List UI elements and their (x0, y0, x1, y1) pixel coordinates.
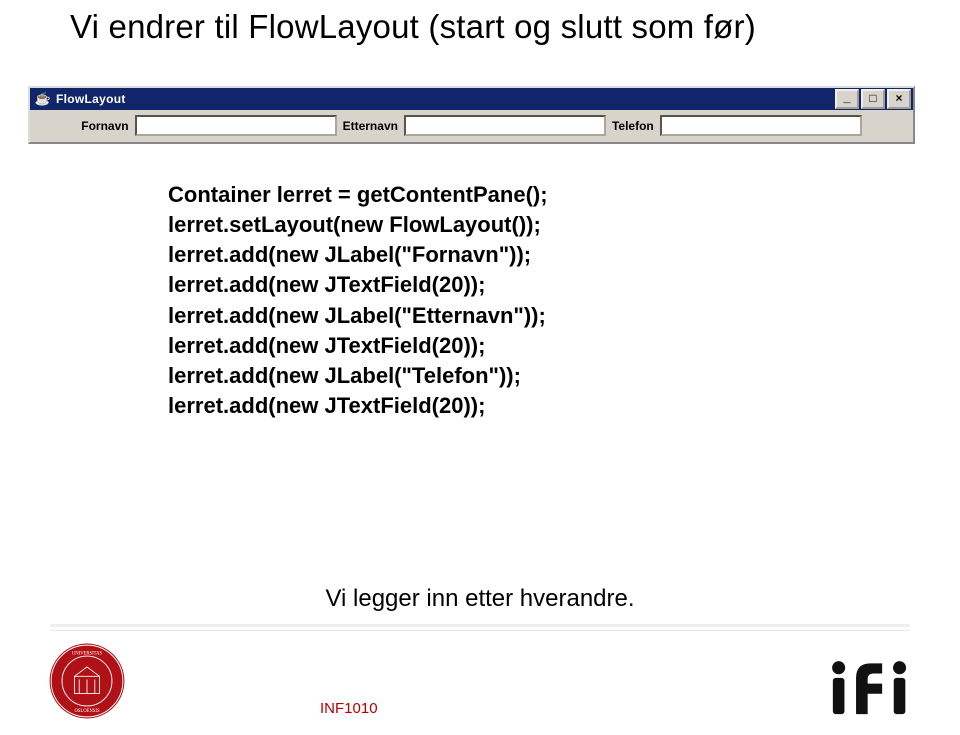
flow-panel: Fornavn Etternavn Telefon (34, 115, 909, 136)
window-titlebar: ☕ FlowLayout _ □ × (30, 88, 913, 110)
window-buttons: _ □ × (835, 89, 913, 109)
code-line-6: lerret.add(new JTextField(20)); (168, 333, 485, 358)
ifi-logo-icon (828, 659, 916, 717)
java-window: ☕ FlowLayout _ □ × Fornavn Etternavn Tel… (28, 86, 915, 144)
label-telefon: Telefon (612, 119, 654, 133)
svg-text:OSLOENSIS: OSLOENSIS (74, 709, 100, 714)
code-line-2: lerret.setLayout(new FlowLayout()); (168, 212, 541, 237)
minimize-button[interactable]: _ (835, 89, 859, 109)
java-icon: ☕ (34, 90, 52, 108)
code-line-4: lerret.add(new JTextField(20)); (168, 272, 485, 297)
footer-divider (50, 630, 910, 633)
svg-text:UNIVERSITAS: UNIVERSITAS (72, 651, 103, 656)
close-button[interactable]: × (887, 89, 911, 109)
code-line-5: lerret.add(new JLabel("Etternavn")); (168, 303, 546, 328)
code-line-1: Container lerret = getContentPane(); (168, 182, 548, 207)
course-code: INF1010 (320, 700, 378, 717)
slide-note: Vi legger inn etter hverandre. (0, 585, 960, 613)
code-line-7: lerret.add(new JLabel("Telefon")); (168, 363, 521, 388)
code-line-8: lerret.add(new JTextField(20)); (168, 393, 485, 418)
maximize-button[interactable]: □ (861, 89, 885, 109)
input-telefon[interactable] (660, 115, 862, 136)
code-line-3: lerret.add(new JLabel("Fornavn")); (168, 242, 531, 267)
uio-seal-icon: UNIVERSITAS OSLOENSIS (48, 642, 126, 720)
label-fornavn: Fornavn (81, 119, 128, 133)
window-title: FlowLayout (56, 92, 126, 106)
input-fornavn[interactable] (135, 115, 337, 136)
code-block: Container lerret = getContentPane(); ler… (168, 180, 548, 421)
slide-title: Vi endrer til FlowLayout (start og slutt… (70, 8, 756, 46)
input-etternavn[interactable] (404, 115, 606, 136)
label-etternavn: Etternavn (343, 119, 398, 133)
window-content: Fornavn Etternavn Telefon (30, 110, 913, 142)
